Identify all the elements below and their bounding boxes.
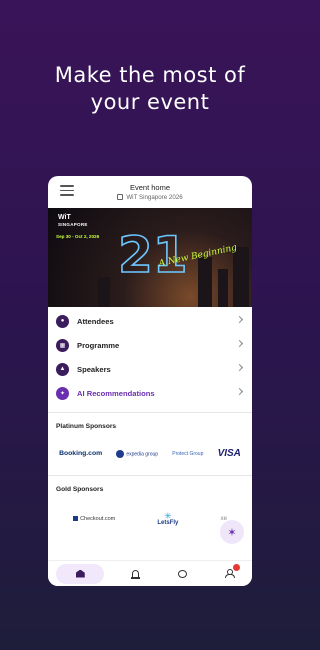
ai-assistant-button[interactable]: ✶ [220,520,244,544]
sponsor-logo-booking[interactable]: Booking.com [59,450,102,457]
sponsor-logo-letsfly[interactable]: ✳ LetsFly [157,511,179,527]
star-icon: ✳ [164,511,172,521]
chevron-right-icon [235,387,244,396]
sponsor-logo-protect[interactable]: Protect Group [172,451,203,457]
nav-notifications[interactable] [121,564,151,584]
sponsor-name: expedia group [126,451,159,458]
chevron-right-icon [235,315,244,324]
sponsor-name: LetsFly [157,520,179,526]
top-bar: Event home WiT Singapore 2026 [48,176,252,208]
event-name: WiT Singapore 2026 [126,194,183,201]
menu-list: ● Attendees ▦ Programme ▲ Speakers ✦ AI … [48,307,252,407]
event-subtitle[interactable]: WiT Singapore 2026 [48,194,252,201]
skyline-building [198,257,212,307]
skyline-building [98,277,110,307]
nav-messages[interactable] [167,564,197,584]
sponsor-logo-expedia[interactable]: expedia group [116,450,158,458]
profile-icon [224,569,235,578]
platinum-sponsors-title: Platinum Sponsors [56,423,117,430]
nav-home[interactable] [56,563,105,584]
menu-item-label: Speakers [77,364,111,374]
menu-item-attendees[interactable]: ● Attendees [48,309,252,333]
menu-item-label: AI Recommendations [77,388,155,398]
wit-logo: WiT SINGAPORE [58,214,88,228]
event-banner: WiT SINGAPORE Sep 30 - Oct 2, 2026 21 A … [48,208,252,307]
menu-item-label: Attendees [77,316,114,326]
gold-sponsors-title: Gold Sponsors [56,486,104,493]
headline: Make the most of your event [0,62,300,116]
notification-badge [232,563,240,571]
event-dates: Sep 30 - Oct 2, 2026 [56,234,100,239]
calendar-icon [117,194,124,200]
nav-profile[interactable] [214,563,244,584]
chat-icon [177,569,187,578]
menu-item-speakers[interactable]: ▲ Speakers [48,357,252,381]
checkout-icon [73,516,79,521]
menu-item-ai-recommendations[interactable]: ✦ AI Recommendations [48,381,252,405]
speaker-icon: ▲ [56,362,69,376]
bottom-nav [48,560,252,586]
menu-item-programme[interactable]: ▦ Programme [48,333,252,357]
skyline-building [233,247,249,307]
page-title: Event home [129,183,171,192]
headline-line-2: your event [90,90,210,114]
menu-item-label: Programme [77,340,120,350]
phone-screen: Event home WiT Singapore 2026 WiT SINGAP… [48,176,252,586]
logo-top: WiT [58,214,71,221]
calendar-icon: ▦ [56,338,69,352]
chevron-right-icon [235,339,244,348]
platinum-sponsors-row: Booking.com expedia group Protect Group … [48,438,252,470]
home-icon [75,569,85,578]
sparkle-icon: ✶ [227,526,237,539]
logo-bottom: SINGAPORE [58,222,88,227]
sponsor-name: Protect Group [172,451,204,457]
people-icon: ● [56,314,69,328]
sparkle-icon: ✦ [56,386,69,400]
chevron-right-icon [235,363,244,372]
sponsor-logo-checkout[interactable]: Checkout.com [73,516,115,522]
sponsor-logo-visa[interactable]: VISA [218,449,241,459]
expedia-icon [116,450,125,458]
bell-icon [131,569,141,579]
sponsor-name: Checkout.com [80,516,116,522]
headline-line-1: Make the most of [54,63,246,87]
skyline-building [218,269,228,307]
